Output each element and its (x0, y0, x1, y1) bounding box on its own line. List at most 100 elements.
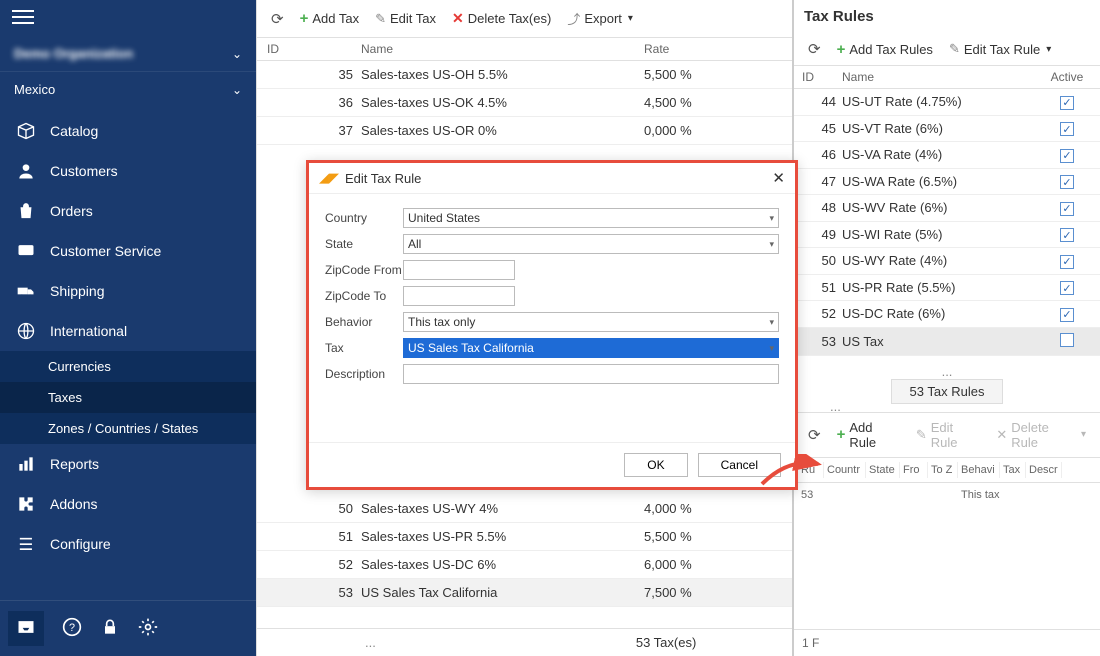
lock-icon[interactable] (100, 617, 120, 640)
tax-rule-row[interactable]: 45US-VT Rate (6%)✓ (794, 116, 1100, 143)
sidebar-subitem-taxes[interactable]: Taxes (0, 382, 256, 413)
sidebar-item-reports[interactable]: Reports (0, 444, 256, 484)
tax-rule-row[interactable]: 48US-WV Rate (6%)✓ (794, 195, 1100, 222)
sidebar-item-label: Zones / Countries / States (48, 421, 198, 436)
add-tax-button[interactable]: +Add Tax (294, 7, 366, 30)
tax-row[interactable]: 35Sales-taxes US-OH 5.5%5,500 % (257, 61, 792, 89)
tax-rule-row[interactable]: 52US-DC Rate (6%)✓ (794, 301, 1100, 328)
refresh-icon: ⟳ (271, 10, 284, 28)
sidebar-item-label: Shipping (50, 283, 105, 299)
description-input[interactable] (403, 364, 779, 384)
sidebar-item-catalog[interactable]: Catalog (0, 111, 256, 151)
plus-icon: + (300, 10, 309, 27)
tax-rule-row[interactable]: 49US-WI Rate (5%)✓ (794, 222, 1100, 249)
pencil-icon: ✎ (949, 41, 960, 57)
sidebar-item-configure[interactable]: ☰ Configure (0, 524, 256, 564)
tax-row[interactable]: 51Sales-taxes US-PR 5.5%5,500 % (257, 523, 792, 551)
refresh-icon: ⟳ (808, 40, 821, 58)
sidebar-item-label: Orders (50, 203, 93, 219)
gear-icon: ☰ (16, 534, 36, 554)
sidebar-item-label: Reports (50, 456, 99, 472)
inbox-icon[interactable] (8, 611, 44, 646)
tax-row[interactable]: 53US Sales Tax California7,500 % (257, 579, 792, 607)
tax-row[interactable]: 52Sales-taxes US-DC 6%6,000 % (257, 551, 792, 579)
x-icon: ✕ (996, 427, 1007, 443)
sidebar-item-label: Customer Service (50, 243, 161, 259)
active-checkbox[interactable]: ✓ (1060, 202, 1074, 216)
bag-icon (16, 201, 36, 221)
edit-tax-rule-button[interactable]: ✎Edit Tax Rule (943, 38, 1057, 60)
pencil-icon: ✎ (916, 427, 927, 443)
sidebar-item-customers[interactable]: Customers (0, 151, 256, 191)
close-button[interactable]: ✕ (772, 169, 785, 187)
tax-row[interactable]: 36Sales-taxes US-OK 4.5%4,500 % (257, 89, 792, 117)
edit-rule-button[interactable]: ✎ Edit Rule (910, 417, 987, 453)
tax-rule-row[interactable]: 46US-VA Rate (4%)✓ (794, 142, 1100, 169)
tax-select[interactable]: US Sales Tax California (403, 338, 779, 358)
behavior-select[interactable]: This tax only (403, 312, 779, 332)
zipcode-from-input[interactable] (403, 260, 515, 280)
sidebar-item-label: Taxes (48, 390, 82, 405)
ok-button[interactable]: OK (624, 453, 687, 477)
sidebar-item-label: International (50, 323, 127, 339)
tax-table-footer: ... 53 Tax(es) (257, 628, 792, 656)
active-checkbox[interactable]: ✓ (1060, 228, 1074, 242)
tax-rules-title: Tax Rules (794, 0, 1100, 33)
dots-icon: ... (942, 364, 953, 379)
tax-rule-row[interactable]: 47US-WA Rate (6.5%)✓ (794, 169, 1100, 196)
active-checkbox[interactable]: ✓ (1060, 122, 1074, 136)
hamburger-icon[interactable] (12, 10, 34, 26)
pencil-icon: ✎ (375, 11, 386, 27)
active-checkbox[interactable]: ✓ (1060, 175, 1074, 189)
sidebar-item-international[interactable]: International (0, 311, 256, 351)
state-select[interactable]: All (403, 234, 779, 254)
active-checkbox[interactable]: ✓ (1060, 96, 1074, 110)
tax-table-header: ID Name Rate (257, 38, 792, 61)
sidebar-item-orders[interactable]: Orders (0, 191, 256, 231)
edit-tax-rule-dialog: ◢◤Edit Tax Rule ✕ CountryUnited States S… (306, 160, 798, 490)
rule-detail-row[interactable]: 53This tax (794, 482, 1100, 507)
delete-rule-button[interactable]: ✕ Delete Rule (990, 417, 1092, 453)
sidebar-item-customer-service[interactable]: Customer Service (0, 231, 256, 271)
chevron-down-icon: ⌄ (232, 47, 242, 61)
org-selector[interactable]: Demo Organization ⌄ (0, 36, 256, 71)
help-icon[interactable]: ? (62, 617, 82, 640)
tax-row[interactable]: 37Sales-taxes US-OR 0%0,000 % (257, 117, 792, 145)
rules-table-header: ID Name Active (794, 66, 1100, 89)
active-checkbox[interactable]: ✓ (1060, 255, 1074, 269)
tax-rule-row[interactable]: 53US Tax (794, 328, 1100, 356)
sidebar-subitem-zones-countries-states[interactable]: Zones / Countries / States (0, 413, 256, 444)
add-rule-button[interactable]: +Add Rule (831, 417, 906, 453)
edit-tax-button[interactable]: ✎Edit Tax (369, 8, 442, 30)
refresh-rule-detail-button[interactable]: ⟳ (802, 423, 827, 447)
person-icon (16, 161, 36, 181)
tax-rule-row[interactable]: 50US-WY Rate (4%)✓ (794, 248, 1100, 275)
puzzle-icon (16, 494, 36, 514)
export-button[interactable]: ⤴Export (561, 6, 639, 31)
box-icon (16, 121, 36, 141)
tax-row[interactable]: 50Sales-taxes US-WY 4%4,000 % (257, 495, 792, 523)
sidebar-item-shipping[interactable]: Shipping (0, 271, 256, 311)
gear-icon[interactable] (138, 617, 158, 640)
active-checkbox[interactable] (1060, 333, 1074, 347)
active-checkbox[interactable]: ✓ (1060, 308, 1074, 322)
sidebar-item-label: Catalog (50, 123, 98, 139)
tax-rule-row[interactable]: 44US-UT Rate (4.75%)✓ (794, 89, 1100, 116)
country-select[interactable]: United States (403, 208, 779, 228)
svg-text:☰: ☰ (19, 535, 34, 554)
refresh-rules-button[interactable]: ⟳ (802, 37, 827, 61)
refresh-button[interactable]: ⟳ (265, 7, 290, 31)
zipcode-to-input[interactable] (403, 286, 515, 306)
sidebar-item-addons[interactable]: Addons (0, 484, 256, 524)
delete-tax-button[interactable]: ✕Delete Tax(es) (446, 7, 557, 30)
plus-icon: + (837, 41, 846, 58)
sidebar-subitem-currencies[interactable]: Currencies (0, 351, 256, 382)
sidebar-item-label: Configure (50, 536, 111, 552)
chevron-down-icon: ⌄ (232, 83, 242, 97)
active-checkbox[interactable]: ✓ (1060, 281, 1074, 295)
tax-rule-row[interactable]: 51US-PR Rate (5.5%)✓ (794, 275, 1100, 302)
add-tax-rules-button[interactable]: +Add Tax Rules (831, 38, 939, 61)
active-checkbox[interactable]: ✓ (1060, 149, 1074, 163)
cancel-button[interactable]: Cancel (698, 453, 781, 477)
region-selector[interactable]: Mexico ⌄ (0, 71, 256, 107)
